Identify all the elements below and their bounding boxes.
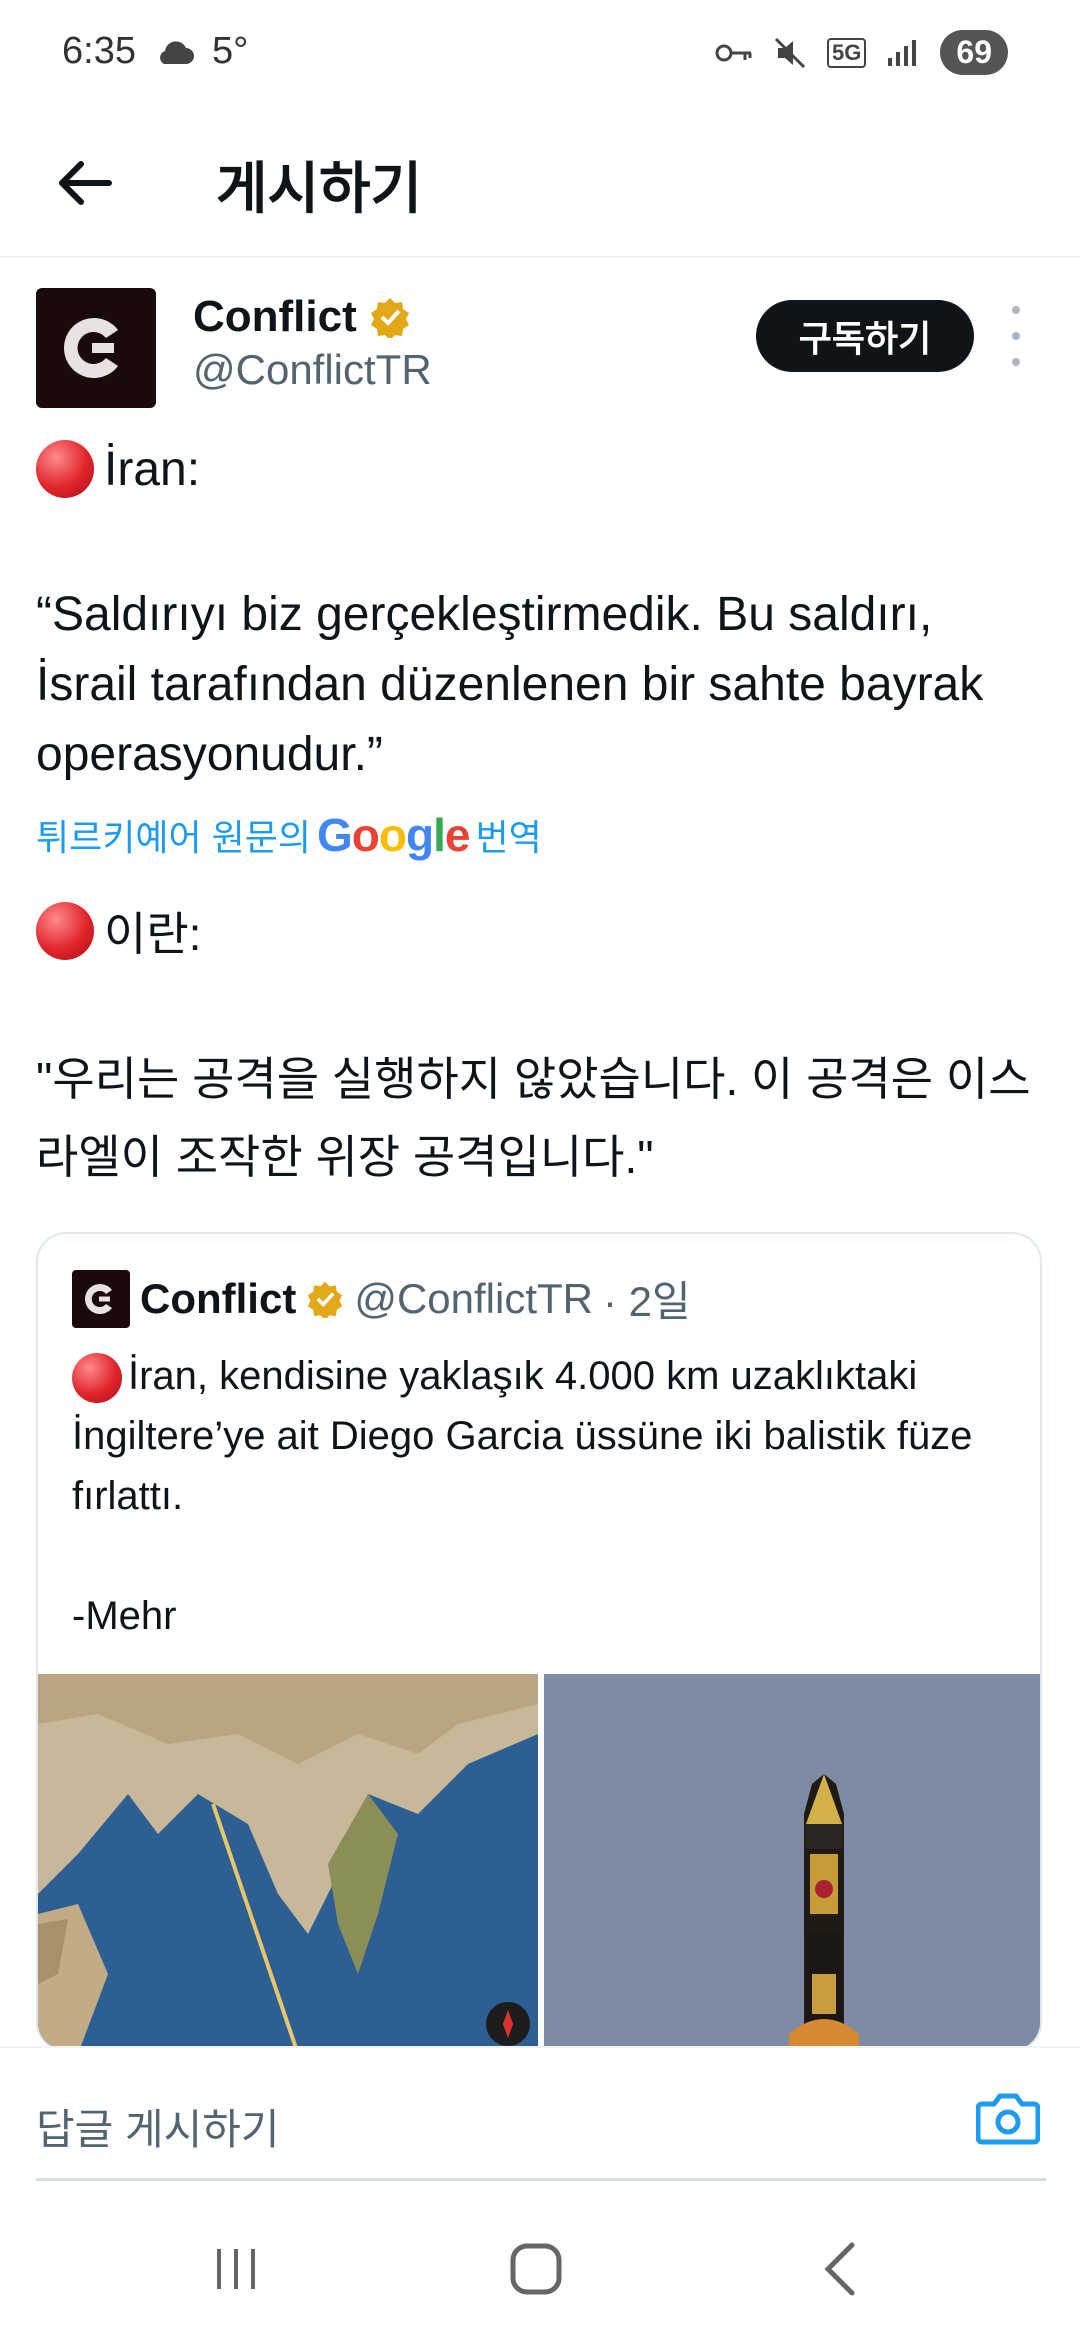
conflict-logo-icon (64, 318, 118, 378)
earth-map-graphic (38, 1674, 538, 2050)
system-nav-bar (0, 2190, 1080, 2340)
status-time: 6:35 (62, 30, 136, 72)
page-header: 게시하기 (0, 108, 1080, 258)
arrow-left-icon (59, 161, 112, 205)
translation-attribution[interactable]: 튀르키예어 원문의 Google 번역 (36, 808, 542, 862)
missile-image[interactable] (544, 1674, 1040, 2050)
quoted-time: · 2일 (602, 1278, 691, 1325)
recents-icon (217, 2249, 255, 2289)
author-name-row[interactable]: Conflict (193, 292, 411, 342)
post-label-tr: İran: (104, 442, 201, 496)
signal-icon (888, 39, 917, 66)
translate-suffix: 번역 (475, 817, 542, 858)
quoted-text: İran, kendisine yaklaşık 4.000 km uzaklı… (72, 1354, 973, 1518)
camera-button[interactable] (975, 2090, 1041, 2146)
more-options-button[interactable] (1004, 306, 1028, 366)
author-name: Conflict (193, 292, 357, 341)
missile-graphic (544, 1674, 1040, 2050)
map-image[interactable] (38, 1674, 538, 2050)
quoted-post-header: Conflict @ConflictTR · 2일 (72, 1268, 691, 1329)
home-button[interactable] (496, 2234, 576, 2304)
post-author: Conflict @ConflictTR 구독하기 (36, 288, 1046, 408)
google-logo: Google (316, 809, 470, 861)
nav-back-icon (824, 2242, 855, 2296)
quoted-avatar (72, 1269, 130, 1328)
post-label-kr: 이란: (104, 908, 202, 960)
status-bar: 6:35 5° 5G 69 (0, 0, 1080, 108)
page-title: 게시하기 (216, 157, 423, 220)
quoted-body: İran, kendisine yaklaşık 4.000 km uzaklı… (72, 1346, 1002, 1646)
reply-input[interactable]: 답글 게시하기 (36, 2096, 280, 2157)
translate-prefix: 튀르키예어 원문의 (36, 817, 311, 858)
divider (36, 2178, 1046, 2181)
red-circle-icon (36, 440, 94, 498)
conflict-logo-icon (85, 1283, 112, 1314)
status-temperature: 5° (211, 30, 249, 72)
quoted-author-name: Conflict (140, 1274, 297, 1322)
post-line-turkish: İran: (36, 440, 200, 498)
recents-button[interactable] (196, 2234, 276, 2304)
quoted-media (38, 1674, 1040, 2050)
author-handle[interactable]: @ConflictTR (193, 346, 432, 394)
quoted-author-handle: @ConflictTR (354, 1274, 593, 1322)
home-icon (510, 2243, 562, 2295)
key-icon (715, 44, 752, 61)
verified-badge-icon (308, 1281, 343, 1318)
camera-icon (975, 2093, 1041, 2145)
mute-icon (774, 37, 806, 68)
red-circle-icon (72, 1353, 122, 1404)
back-button[interactable] (50, 148, 120, 218)
quoted-source: -Mehr (72, 1594, 177, 1638)
verified-badge-icon (370, 298, 409, 338)
red-circle-icon (36, 902, 94, 960)
cloud-icon (160, 40, 194, 64)
nav-back-button[interactable] (800, 2234, 880, 2304)
subscribe-button[interactable]: 구독하기 (756, 300, 974, 372)
post-quote-korean: "우리는 공격을 실행하지 않았습니다. 이 공격은 이스라엘이 조작한 위장 … (36, 1053, 1031, 1183)
post-line-korean: 이란: (36, 898, 201, 964)
avatar[interactable] (36, 288, 156, 408)
battery-level: 69 (940, 30, 1008, 75)
quoted-post[interactable]: Conflict @ConflictTR · 2일 İran, kendisin… (36, 1232, 1042, 2052)
more-vertical-icon (1012, 306, 1020, 314)
reply-bar: 답글 게시하기 (0, 2046, 1080, 2186)
post-quote-turkish: “Saldırıyı biz gerçekleştirmedik. Bu sal… (36, 588, 984, 781)
network-type: 5G (827, 37, 867, 68)
